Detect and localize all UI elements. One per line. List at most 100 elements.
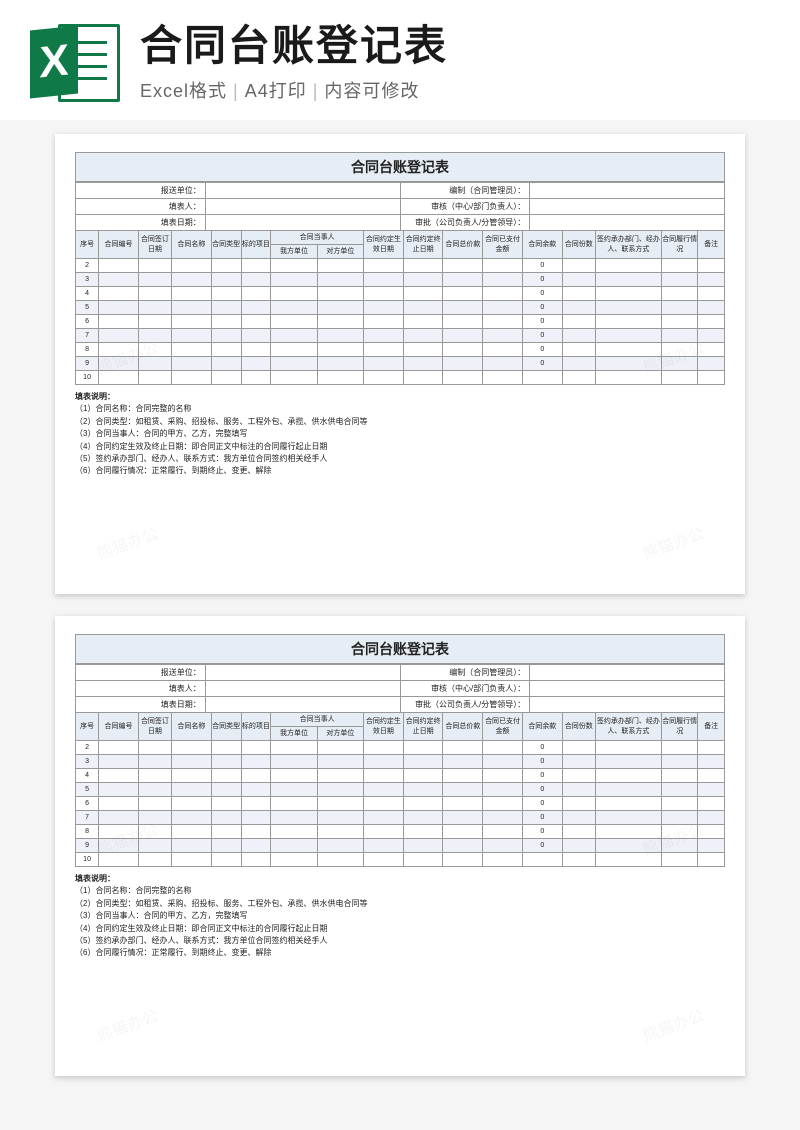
table-cell: 2 [76,259,99,273]
table-cell [403,853,443,867]
table-cell [171,853,211,867]
note-line: （4）合同约定生效及终止日期：即合同正文中标注的合同履行起止日期 [75,441,725,453]
table-cell [403,741,443,755]
table-cell [364,811,404,825]
table-cell [317,755,363,769]
table-cell [364,755,404,769]
table-cell [483,287,523,301]
table-cell [99,853,139,867]
table-cell [698,287,725,301]
table-cell [562,371,595,385]
table-cell [443,783,483,797]
table-cell [138,259,171,273]
meta-left-label: 报送单位： [76,183,206,199]
table-row: 80 [76,825,725,839]
table-cell [271,357,317,371]
table-cell [241,839,271,853]
table-cell [211,273,241,287]
table-cell: 8 [76,825,99,839]
table-cell [403,273,443,287]
table-cell: 3 [76,755,99,769]
note-line: （6）合同履行情况：正常履行、到期终止、变更、解除 [75,947,725,959]
table-cell [271,853,317,867]
table-row: 40 [76,287,725,301]
table-cell [443,371,483,385]
table-cell: 0 [522,839,562,853]
col-end: 合同约定终止日期 [403,231,443,259]
table-cell: 0 [522,783,562,797]
table-cell [483,329,523,343]
table-cell [443,839,483,853]
table-cell [171,273,211,287]
table-cell [171,825,211,839]
col-subject: 标的项目 [241,231,271,259]
table-cell [241,755,271,769]
table-row: 80 [76,343,725,357]
table-cell [562,797,595,811]
table-cell [698,371,725,385]
table-cell [99,315,139,329]
table-cell [271,343,317,357]
table-cell [241,741,271,755]
table-cell [403,287,443,301]
note-line: （3）合同当事人：合同的甲方、乙方，完整填写 [75,910,725,922]
table-cell [443,741,483,755]
notes-title: 填表说明： [75,873,725,885]
table-cell [99,825,139,839]
table-cell [483,797,523,811]
table-cell [211,371,241,385]
table-cell [403,259,443,273]
grid-header: 序号 合同编号 合同签订日期 合同名称 合同类型 标的项目 合同当事人 合同约定… [76,231,725,259]
table-cell [99,273,139,287]
table-cell [403,797,443,811]
table-row: 10 [76,371,725,385]
note-line: （1）合同名称：合同完整的名称 [75,403,725,415]
table-cell [562,853,595,867]
table-cell [271,755,317,769]
table-cell [171,839,211,853]
table-cell [271,315,317,329]
table-cell: 8 [76,343,99,357]
table-cell [698,825,725,839]
table-cell [483,755,523,769]
table-cell [443,825,483,839]
table-cell [211,329,241,343]
col-total: 合同总价款 [443,231,483,259]
watermark: 熊猫办公 [93,1002,161,1046]
watermark: 熊猫办公 [639,520,707,564]
table-cell [698,783,725,797]
meta-table: 报送单位： 编制（合同管理员）： 填表人： 审核（中心/部门负责人）： 填表日期… [75,664,725,713]
table-cell: 0 [522,343,562,357]
notes: 填表说明： （1）合同名称：合同完整的名称 （2）合同类型：如租赁、采购、招投标… [75,391,725,478]
table-row: 30 [76,273,725,287]
table-cell: 0 [522,741,562,755]
table-cell [138,741,171,755]
table-cell [595,769,661,783]
table-cell [138,315,171,329]
table-cell: 3 [76,273,99,287]
table-cell [364,769,404,783]
table-cell [443,769,483,783]
table-cell [562,741,595,755]
col-type: 合同类型 [211,231,241,259]
table-cell [403,301,443,315]
table-cell: 4 [76,769,99,783]
meta-right-label: 编制（合同管理员）： [400,183,530,199]
table-cell [661,371,697,385]
table-cell [364,329,404,343]
table-cell [211,755,241,769]
table-row: 60 [76,315,725,329]
table-cell [138,287,171,301]
table-cell [211,811,241,825]
table-cell [522,371,562,385]
table-cell [99,371,139,385]
table-cell [317,287,363,301]
table-cell [595,259,661,273]
table-cell [317,343,363,357]
table-cell [99,343,139,357]
table-cell: 7 [76,329,99,343]
table-cell [698,741,725,755]
table-cell [241,329,271,343]
table-cell [403,755,443,769]
table-row: 50 [76,301,725,315]
